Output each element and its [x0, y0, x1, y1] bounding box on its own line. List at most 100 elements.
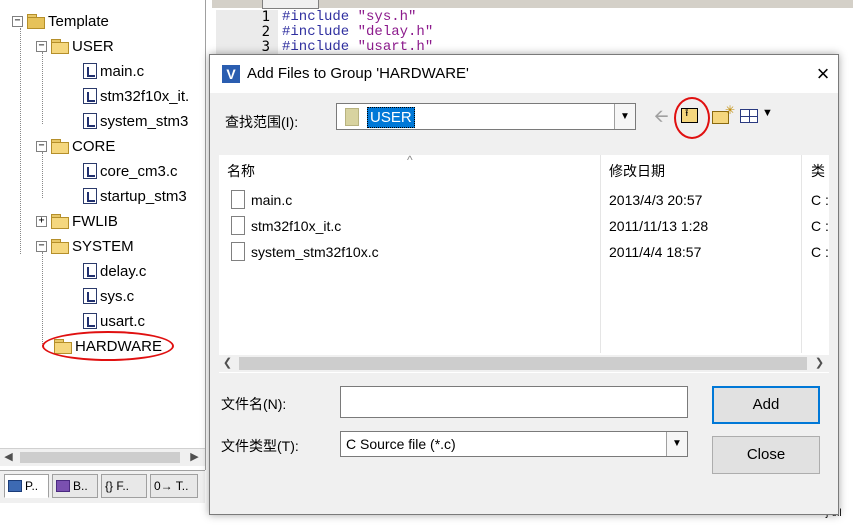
tab-label: P..: [25, 479, 39, 493]
look-in-value: USER: [367, 107, 415, 128]
folder-open-icon: [51, 239, 69, 254]
tree-group-system[interactable]: − SYSTEM: [36, 235, 134, 257]
tree-guide: [42, 252, 43, 346]
column-header-type[interactable]: 类: [811, 161, 825, 181]
file-icon: [231, 216, 245, 235]
tree-group-label: USER: [72, 37, 114, 55]
file-list-horizontal-scrollbar[interactable]: ❮ ❯: [219, 355, 829, 372]
file-row[interactable]: main.c 2013/4/3 20:57 C :: [219, 187, 829, 213]
file-date: 2011/11/13 1:28: [609, 218, 709, 234]
scroll-right-icon[interactable]: ❯: [811, 355, 828, 372]
tab-project[interactable]: P..: [4, 474, 49, 498]
collapse-icon[interactable]: −: [36, 40, 47, 52]
tree-root[interactable]: − Template: [12, 10, 109, 32]
scroll-thumb[interactable]: [20, 452, 180, 463]
collapse-icon[interactable]: −: [12, 15, 23, 27]
scroll-right-icon[interactable]: ▶: [186, 449, 203, 466]
asm-file-icon: [83, 188, 97, 204]
file-date: 2013/4/3 20:57: [609, 192, 703, 208]
file-row[interactable]: stm32f10x_it.c 2011/11/13 1:28 C :: [219, 213, 829, 239]
file-icon: [231, 190, 245, 209]
new-folder-icon[interactable]: ✳: [710, 103, 735, 127]
close-icon[interactable]: ×: [810, 61, 836, 87]
project-tab-icon: [8, 480, 22, 492]
code-keyword: #include: [282, 24, 358, 40]
c-file-icon: [83, 88, 97, 104]
tree-group-fwlib[interactable]: + FWLIB: [36, 210, 118, 232]
file-name: stm32f10x_it.c: [251, 218, 342, 234]
add-button[interactable]: Add: [712, 386, 820, 424]
view-menu-icon[interactable]: ▼: [740, 105, 776, 127]
tree-group-user[interactable]: − USER: [36, 35, 114, 57]
look-in-dropdown[interactable]: USER ▼: [336, 103, 636, 130]
chevron-down-icon[interactable]: ▼: [666, 432, 687, 456]
tree-group-label: SYSTEM: [72, 237, 134, 255]
tree-file-usart[interactable]: usart.c: [83, 310, 145, 332]
tree-file-sys[interactable]: sys.c: [83, 285, 134, 307]
books-tab-icon: [56, 480, 70, 492]
sort-ascending-icon: ^: [407, 153, 413, 167]
chevron-down-icon[interactable]: ▼: [614, 104, 635, 129]
scroll-left-icon[interactable]: ◀: [0, 449, 17, 466]
scroll-thumb[interactable]: [239, 357, 807, 370]
file-type: C :: [811, 218, 829, 234]
c-file-icon: [83, 288, 97, 304]
tree-file-system-stm32[interactable]: system_stm3: [83, 110, 188, 132]
tree-file-label: usart.c: [100, 312, 146, 330]
code-lines: #include "sys.h" #include "delay.h" #inc…: [282, 10, 433, 55]
code-line: #include "sys.h": [282, 10, 433, 25]
filetype-value: C Source file (*.c): [346, 436, 456, 452]
back-arrow-icon[interactable]: 🡨: [654, 105, 674, 127]
keil-app-icon: V: [222, 65, 240, 83]
project-icon: [27, 14, 45, 29]
collapse-icon[interactable]: −: [36, 240, 47, 252]
tree-file-delay[interactable]: delay.c: [83, 260, 146, 282]
tree-file-stm32f10x-it[interactable]: stm32f10x_it.: [83, 85, 189, 107]
editor-right-edge: [839, 60, 853, 526]
file-type: C :: [811, 244, 829, 260]
filename-label: 文件名(N):: [221, 396, 287, 412]
code-keyword: #include: [282, 39, 358, 55]
scroll-left-icon[interactable]: ❮: [219, 355, 236, 372]
tree-horizontal-scrollbar[interactable]: ◀ ▶: [0, 448, 205, 466]
c-file-icon: [83, 63, 97, 79]
filename-input[interactable]: [340, 386, 688, 418]
tree-file-label: main.c: [100, 62, 145, 80]
editor-tab[interactable]: [262, 0, 319, 9]
collapse-icon[interactable]: −: [36, 140, 47, 152]
tree-group-label: CORE: [72, 137, 116, 155]
close-button[interactable]: Close: [712, 436, 820, 474]
tree-file-main-c[interactable]: main.c: [83, 60, 144, 82]
line-number: 1: [261, 9, 270, 25]
tab-books[interactable]: B..: [52, 474, 98, 498]
code-line: #include "delay.h": [282, 25, 433, 40]
dialog-titlebar[interactable]: V Add Files to Group 'HARDWARE' ×: [210, 55, 838, 93]
tree-file-startup[interactable]: startup_stm3: [83, 185, 187, 207]
code-line: #include "usart.h": [282, 40, 433, 55]
tab-functions[interactable]: {} F..: [101, 474, 147, 498]
tab-label: 0→ T..: [154, 479, 189, 493]
file-list[interactable]: ^ 名称 修改日期 类 main.c 2013/4/3 20:57 C : st…: [219, 153, 829, 373]
tree-file-label: core_cm3.c: [100, 162, 178, 180]
file-type: C :: [811, 192, 829, 208]
file-row[interactable]: system_stm32f10x.c 2011/4/4 18:57 C :: [219, 239, 829, 265]
dialog-title: Add Files to Group 'HARDWARE': [247, 65, 469, 82]
tree-group-core[interactable]: − CORE: [36, 135, 115, 157]
file-date: 2011/4/4 18:57: [609, 244, 702, 260]
tree-file-label: startup_stm3: [100, 187, 187, 205]
add-files-dialog: V Add Files to Group 'HARDWARE' × 查找范围(I…: [209, 54, 839, 515]
tree-guide: [42, 152, 43, 198]
project-tree-pane: − Template − USER main.c stm32f10x_it. s…: [0, 0, 206, 470]
tree-file-label: stm32f10x_it.: [100, 87, 190, 105]
column-header-date[interactable]: 修改日期: [609, 161, 665, 181]
tab-templates[interactable]: 0→ T..: [150, 474, 198, 498]
column-header-name[interactable]: 名称: [227, 161, 255, 181]
expand-icon[interactable]: +: [36, 215, 47, 227]
tree-file-label: system_stm3: [100, 112, 189, 130]
filetype-dropdown[interactable]: C Source file (*.c) ▼: [340, 431, 688, 457]
code-keyword: #include: [282, 9, 358, 25]
tree-file-label: sys.c: [100, 287, 135, 305]
code-editor[interactable]: 1 2 3 #include "sys.h" #include "delay.h…: [212, 0, 853, 60]
line-number: 3: [261, 39, 270, 55]
tree-file-core-cm3[interactable]: core_cm3.c: [83, 160, 178, 182]
